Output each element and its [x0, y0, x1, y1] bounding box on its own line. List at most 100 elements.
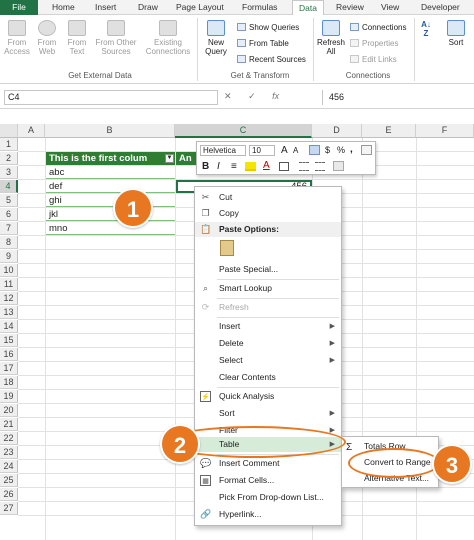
from-access-button[interactable]: From Access — [3, 20, 31, 56]
tab-home[interactable]: Home — [52, 0, 75, 15]
row-header[interactable]: 15 — [0, 334, 18, 347]
row-header[interactable]: 18 — [0, 376, 18, 389]
formula-input[interactable]: 456 — [322, 90, 472, 105]
italic-icon[interactable]: I — [217, 161, 220, 172]
row-header[interactable]: 22 — [0, 432, 18, 445]
existing-connections-button[interactable]: Existing Connections — [143, 20, 193, 56]
fill-color-icon[interactable] — [245, 162, 256, 171]
row-header[interactable]: 25 — [0, 474, 18, 487]
column-header-c[interactable]: C — [175, 124, 312, 138]
row-header[interactable]: 20 — [0, 404, 18, 417]
menu-item-cut[interactable]: ✂ Cut — [195, 190, 341, 205]
row-header[interactable]: 6 — [0, 208, 18, 221]
row-header[interactable]: 8 — [0, 236, 18, 249]
tab-data[interactable]: Data — [292, 0, 324, 16]
row-header[interactable]: 5 — [0, 194, 18, 207]
table-row[interactable]: jkl — [46, 208, 175, 221]
name-box[interactable]: C4 — [4, 90, 218, 105]
menu-item-format-cells[interactable]: ▦ Format Cells... — [195, 473, 341, 488]
styles-icon[interactable] — [309, 145, 320, 155]
row-header[interactable]: 3 — [0, 166, 18, 179]
menu-item-refresh[interactable]: ⟳ Refresh — [195, 300, 341, 315]
font-name-select[interactable]: Helvetica — [200, 145, 246, 156]
edit-links-button[interactable]: Edit Links — [350, 54, 397, 65]
tab-review[interactable]: Review — [336, 0, 364, 15]
from-table-button[interactable]: From Table — [237, 38, 289, 49]
show-queries-button[interactable]: Show Queries — [237, 22, 299, 33]
from-web-button[interactable]: From Web — [34, 20, 60, 56]
menu-item-select[interactable]: Select ▶ — [195, 353, 341, 368]
tab-file[interactable]: File — [0, 0, 38, 15]
row-header[interactable]: 11 — [0, 278, 18, 291]
row-header[interactable]: 27 — [0, 502, 18, 515]
table-row[interactable]: ghi — [46, 194, 175, 207]
menu-item-delete[interactable]: Delete ▶ — [195, 336, 341, 351]
table-header-second-column[interactable]: An — [176, 152, 198, 165]
menu-item-copy[interactable]: ❐ Copy — [195, 206, 341, 221]
format-painter-icon[interactable] — [361, 145, 372, 155]
column-header-a[interactable]: A — [18, 124, 45, 138]
table-header-first-column[interactable]: This is the first colum — [46, 152, 175, 165]
row-header[interactable]: 2 — [0, 152, 18, 165]
menu-item-sort[interactable]: Sort ▶ — [195, 406, 341, 421]
row-header[interactable]: 21 — [0, 418, 18, 431]
bold-icon[interactable]: B — [202, 161, 209, 172]
menu-item-insert-comment[interactable]: 💬 Insert Comment — [195, 456, 341, 471]
row-header[interactable]: 10 — [0, 264, 18, 277]
row-header[interactable]: 23 — [0, 446, 18, 459]
menu-item-paste-special[interactable]: Paste Special... — [195, 262, 341, 277]
refresh-all-button[interactable]: Refresh All — [316, 20, 346, 56]
paste-clipboard-icon[interactable] — [220, 240, 234, 256]
borders-icon[interactable] — [279, 162, 289, 171]
connections-button[interactable]: Connections — [350, 22, 406, 33]
table-row[interactable]: abc — [46, 166, 175, 179]
tab-developer[interactable]: Developer — [421, 0, 460, 15]
row-header[interactable]: 13 — [0, 306, 18, 319]
row-header[interactable]: 17 — [0, 362, 18, 375]
row-header[interactable]: 14 — [0, 320, 18, 333]
row-header[interactable]: 7 — [0, 222, 18, 235]
row-header[interactable]: 19 — [0, 390, 18, 403]
table-row[interactable]: mno — [46, 222, 175, 235]
merge-cells-icon[interactable] — [333, 161, 344, 171]
menu-item-smart-lookup[interactable]: ⌕ Smart Lookup — [195, 281, 341, 296]
cancel-icon[interactable]: ✕ — [224, 91, 232, 101]
tab-draw[interactable]: Draw — [138, 0, 158, 15]
from-other-sources-button[interactable]: From Other Sources — [93, 20, 139, 56]
menu-item-hyperlink[interactable]: 🔗 Hyperlink... — [195, 507, 341, 522]
decrease-decimal-icon[interactable] — [299, 162, 309, 171]
table-row[interactable]: def — [46, 180, 175, 193]
column-header-d[interactable]: D — [312, 124, 362, 138]
row-header[interactable]: 4 — [0, 180, 18, 193]
tab-formulas[interactable]: Formulas — [242, 0, 277, 15]
new-query-button[interactable]: New Query — [200, 20, 232, 56]
column-header-f[interactable]: F — [416, 124, 474, 138]
tab-page-layout[interactable]: Page Layout — [176, 0, 224, 15]
font-size-select[interactable]: 10 — [249, 145, 275, 156]
row-header[interactable]: 24 — [0, 460, 18, 473]
menu-item-pick-from-list[interactable]: Pick From Drop-down List... — [195, 490, 341, 505]
menu-item-insert[interactable]: Insert ▶ — [195, 319, 341, 334]
currency-icon[interactable]: $ — [325, 145, 330, 155]
tab-view[interactable]: View — [381, 0, 399, 15]
shrink-font-icon[interactable]: A — [293, 146, 298, 155]
percent-icon[interactable]: % — [337, 145, 345, 155]
column-header-e[interactable]: E — [362, 124, 416, 138]
row-header[interactable]: 16 — [0, 348, 18, 361]
from-text-button[interactable]: From Text — [64, 20, 90, 56]
select-all-corner[interactable] — [0, 124, 18, 138]
enter-icon[interactable]: ✓ — [248, 91, 256, 101]
column-header-b[interactable]: B — [45, 124, 175, 138]
insert-function-icon[interactable]: fx — [272, 91, 279, 101]
row-header[interactable]: 12 — [0, 292, 18, 305]
menu-item-quick-analysis[interactable]: ⚡ Quick Analysis — [195, 389, 341, 404]
sort-button[interactable]: Sort — [441, 20, 471, 47]
align-icon[interactable]: ≡ — [231, 161, 237, 172]
filter-dropdown-icon[interactable]: ▼ — [165, 154, 174, 163]
row-header[interactable]: 26 — [0, 488, 18, 501]
grow-font-icon[interactable]: A — [281, 145, 288, 156]
font-color-icon[interactable]: A — [263, 160, 270, 171]
comma-style-icon[interactable]: , — [350, 144, 353, 155]
properties-button[interactable]: Properties — [350, 38, 398, 49]
row-header[interactable]: 1 — [0, 138, 18, 151]
